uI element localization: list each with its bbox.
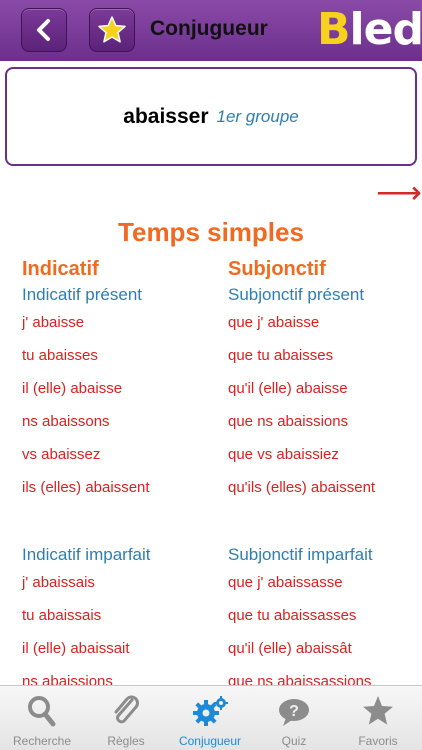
tab-recherche[interactable]: Recherche [0, 686, 84, 750]
subjonctif-column: Subjonctif Subjonctif présent que j' aba… [228, 0, 422, 690]
conjugation-form: que vs abaissiez [228, 446, 339, 463]
tab-bar: Recherche Règles Conjugueur ? Quiz Favor… [0, 685, 422, 750]
conjugation-form: que j' abaissasse [228, 574, 343, 591]
conjugation-form: vs abaissez [22, 446, 101, 463]
conjugation-form: j' abaisse [22, 314, 85, 331]
conjugation-form: il (elle) abaissait [22, 640, 130, 657]
tab-conjugueur[interactable]: Conjugueur [168, 686, 252, 750]
paperclip-icon [114, 695, 139, 724]
tab-quiz[interactable]: ? Quiz [252, 686, 336, 750]
conjugation-form: j' abaissais [22, 574, 95, 591]
conjugation-form: que ns abaissions [228, 413, 349, 430]
star-icon [363, 696, 393, 725]
svg-text:?: ? [289, 703, 299, 720]
tab-label: Recherche [12, 734, 72, 748]
tab-label: Quiz [281, 734, 307, 748]
conjugation-form: qu'il (elle) abaisse [228, 380, 348, 397]
tab-label: Favoris [358, 734, 398, 748]
conjugation-form: il (elle) abaisse [22, 380, 123, 397]
tense-subjonctif-present: Subjonctif présent [228, 285, 365, 304]
conjugation-form: que tu abaissasses [228, 607, 357, 624]
mood-subjonctif: Subjonctif [228, 258, 326, 280]
conjugation-form: tu abaisses [22, 347, 98, 364]
conjugation-form: ils (elles) abaissent [22, 479, 150, 496]
tab-favoris[interactable]: Favoris [336, 686, 420, 750]
conjugation-form: que j' abaisse [228, 314, 320, 331]
tab-label: Règles [107, 734, 145, 748]
search-icon [28, 696, 56, 727]
question-cloud-icon: ? [279, 699, 309, 726]
app: Conjugueur Bled abaisser 1er groupe ⟶ Te… [0, 0, 422, 750]
tense-indicatif-present: Indicatif présent [22, 285, 143, 304]
tab-regles[interactable]: Règles [84, 686, 168, 750]
conjugation-form: qu'il (elle) abaissât [228, 640, 352, 657]
conjugation-form: tu abaissais [22, 607, 102, 624]
conjugation-form: que tu abaisses [228, 347, 334, 364]
mood-indicatif: Indicatif [22, 258, 99, 280]
tab-label: Conjugueur [178, 734, 242, 748]
conjugation-form: ns abaissons [22, 413, 110, 430]
tense-subjonctif-imparfait: Subjonctif imparfait [228, 545, 373, 564]
conjugation-form: qu'ils (elles) abaissent [228, 479, 376, 496]
gears-icon [193, 696, 228, 726]
tense-indicatif-imparfait: Indicatif imparfait [22, 545, 151, 564]
indicatif-column: Indicatif Indicatif présent j' abaisse t… [22, 0, 222, 690]
